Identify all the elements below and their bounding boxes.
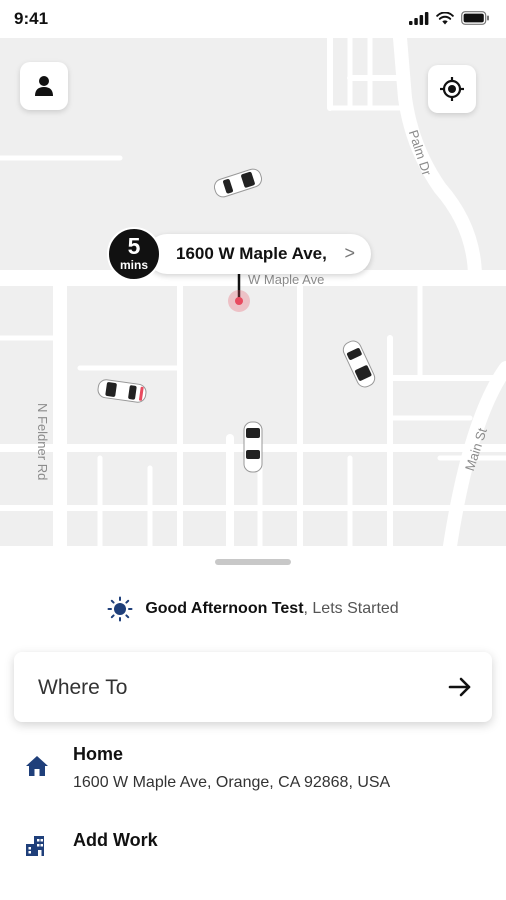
battery-icon	[461, 11, 489, 25]
pickup-address-pill[interactable]: 1600 W Maple Ave, >	[147, 234, 371, 274]
saved-place-home[interactable]: Home 1600 W Maple Ave, Orange, CA 92868,…	[0, 744, 506, 800]
where-to-label: Where To	[38, 676, 128, 699]
greeting-suffix: , Lets Started	[303, 600, 399, 617]
eta-unit: mins	[119, 258, 148, 272]
greeting-name: Good Afternoon Test	[145, 600, 304, 617]
home-icon	[26, 756, 48, 776]
where-to-input[interactable]: Where To	[14, 652, 492, 722]
arrow-right-icon[interactable]	[446, 673, 474, 701]
street-label-feldner: N Feldner Rd	[35, 403, 50, 481]
car-icon	[213, 168, 263, 198]
sheet-drag-handle[interactable]	[215, 559, 291, 565]
locate-me-button[interactable]	[428, 65, 476, 113]
home-address: 1600 W Maple Ave, Orange, CA 92868, USA	[73, 774, 391, 791]
crosshair-icon	[440, 77, 464, 101]
home-title: Home	[73, 744, 124, 764]
status-bar: 9:41	[0, 0, 506, 38]
greeting-text: Good Afternoon Test, Lets Started	[145, 600, 398, 618]
sun-icon	[107, 596, 133, 622]
cellular-signal-icon	[409, 11, 429, 25]
eta-minutes: 5	[127, 233, 141, 259]
chevron-right-icon: >	[344, 243, 355, 263]
car-icon	[97, 379, 147, 403]
office-building-icon	[26, 836, 44, 856]
person-icon	[35, 76, 53, 96]
status-icons	[409, 11, 490, 25]
add-work-label: Add Work	[73, 830, 158, 850]
greeting: Good Afternoon Test, Lets Started	[0, 596, 506, 622]
car-icon	[243, 421, 263, 473]
pickup-address: 1600 W Maple Ave,	[176, 244, 327, 263]
wifi-icon	[436, 11, 454, 24]
status-time: 9:41	[14, 9, 49, 28]
profile-button[interactable]	[20, 62, 68, 110]
eta-bubble[interactable]: 1600 W Maple Ave, > 5 mins	[107, 227, 371, 281]
add-work-button[interactable]: Add Work	[0, 830, 506, 870]
car-icon	[342, 340, 376, 388]
bottom-sheet: Good Afternoon Test, Lets Started Where …	[0, 546, 506, 900]
eta-badge: 5 mins	[107, 227, 161, 281]
map[interactable]: Palm Dr N Feldner Rd Main St W Maple Ave	[0, 38, 506, 546]
